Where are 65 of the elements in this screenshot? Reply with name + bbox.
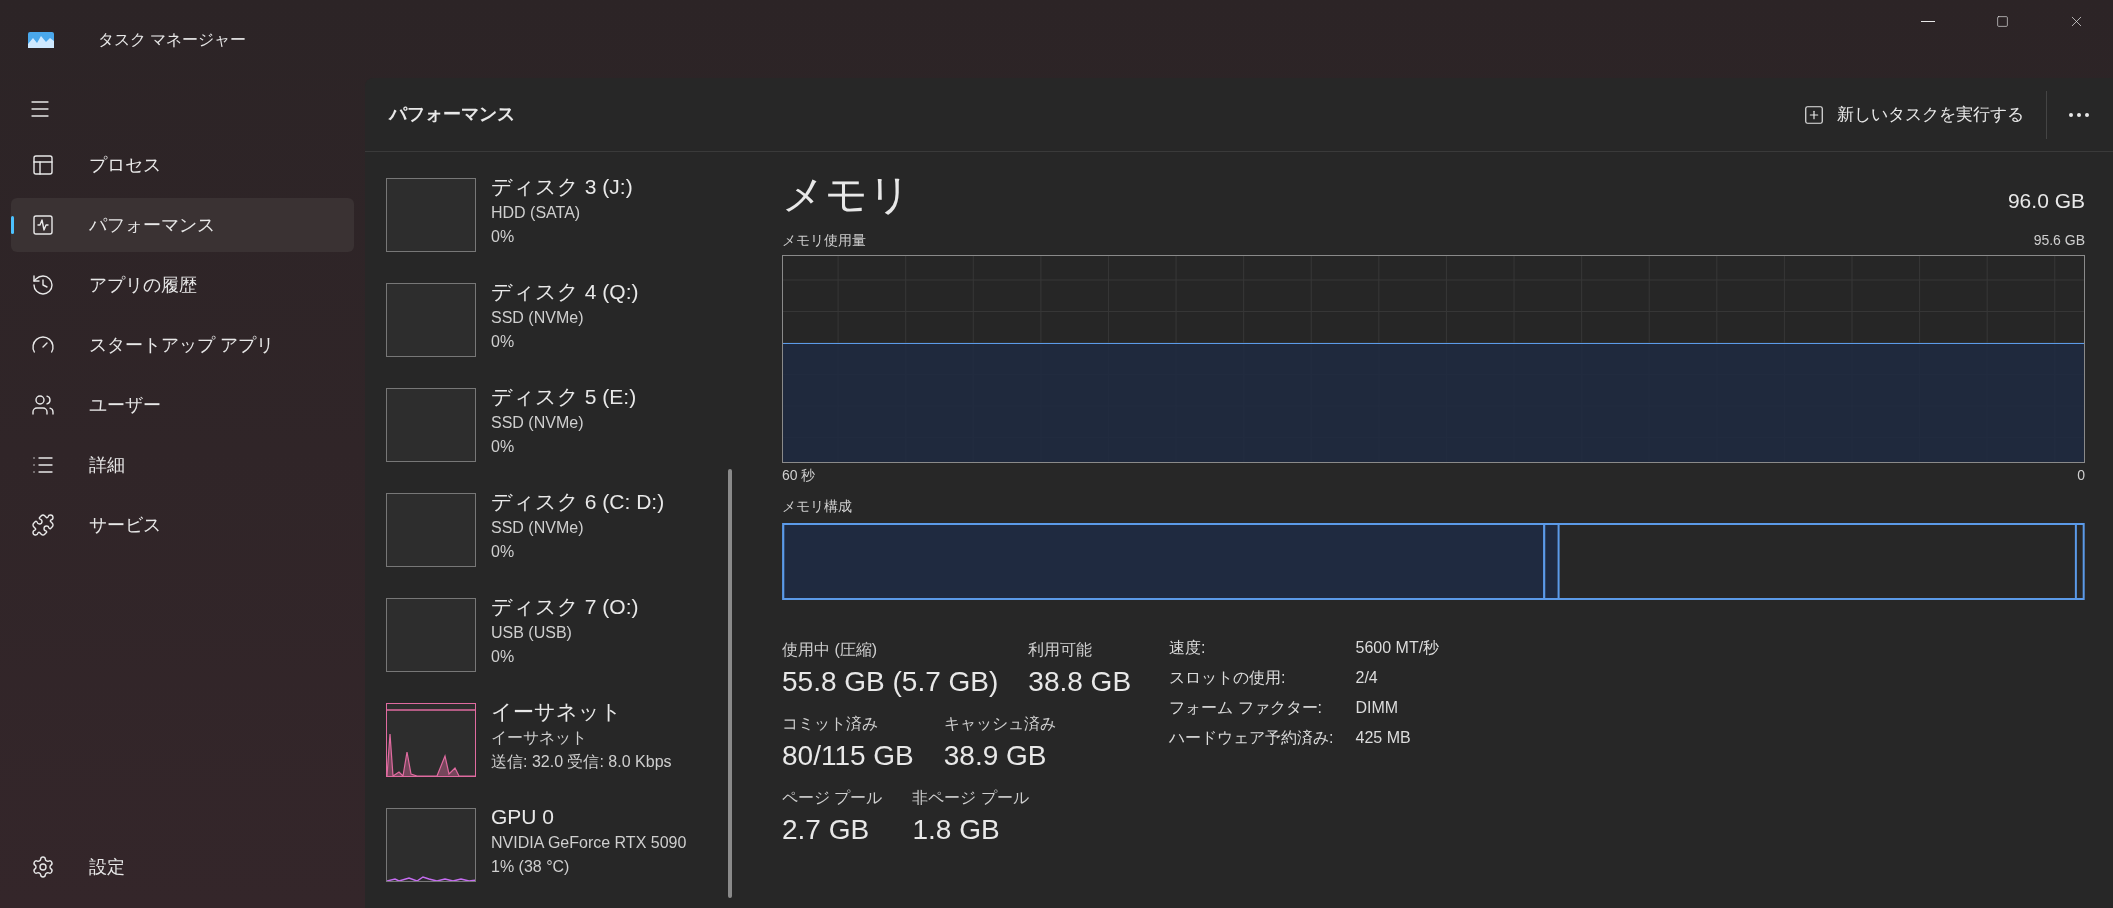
activity-icon xyxy=(31,213,55,237)
detail-label: スロットの使用: xyxy=(1169,668,1287,688)
sidebar-item[interactable]: スタートアップ アプリ xyxy=(11,318,354,372)
usage-max: 95.6 GB xyxy=(2033,231,2085,250)
settings-icon xyxy=(31,855,55,879)
detail-label: 速度: xyxy=(1169,638,1207,658)
device-usage: 1% (38 °C) xyxy=(491,857,571,878)
puzzle-icon xyxy=(31,513,55,537)
stat-label: 使用中 (圧縮) xyxy=(782,640,879,660)
more-icon xyxy=(2069,112,2089,117)
device-type: USB (USB) xyxy=(491,623,573,644)
device-usage: 0% xyxy=(491,437,516,458)
device-type: HDD (SATA) xyxy=(491,203,582,224)
sidebar-item[interactable]: プロセス xyxy=(11,138,354,192)
minimize-icon xyxy=(1921,20,1935,22)
page-title: パフォーマンス xyxy=(389,103,516,126)
sidebar-item[interactable]: ユーザー xyxy=(11,378,354,432)
stat-label: ページ プール xyxy=(782,788,883,808)
stat-value: 80/115 GB xyxy=(782,739,914,773)
maximize-icon xyxy=(1995,14,2009,28)
detail-label: ハードウェア予約済み: xyxy=(1169,728,1334,748)
usage-label: メモリ使用量 xyxy=(782,231,866,250)
sidebar-item[interactable]: アプリの履歴 xyxy=(11,258,354,312)
device-type: NVIDIA GeForce RTX 5090 xyxy=(491,833,687,854)
device-usage: 0% xyxy=(491,332,516,353)
stat-value: 2.7 GB xyxy=(782,813,871,847)
stat-label: キャッシュ済み xyxy=(943,714,1056,734)
selection-indicator xyxy=(11,216,14,234)
detail-value: 5600 MT/秒 xyxy=(1355,638,1440,658)
device-usage: 0% xyxy=(491,542,516,563)
sidebar-item[interactable]: サービス xyxy=(11,498,354,552)
sidebar-item[interactable]: パフォーマンス xyxy=(11,198,354,252)
users-icon xyxy=(31,393,55,417)
time-end-label: 0 xyxy=(2077,466,2085,485)
time-start-label: 60 秒 xyxy=(782,466,816,485)
stat-label: 非ページ プール xyxy=(912,788,1029,808)
stat-value: 55.8 GB (5.7 GB) xyxy=(782,665,999,699)
stat-label: コミット済み xyxy=(782,714,879,734)
device-type: SSD (NVMe) xyxy=(491,308,585,329)
sidebar-item[interactable]: 詳細 xyxy=(11,438,354,492)
device-usage: 0% xyxy=(491,227,516,248)
app-logo-icon xyxy=(28,32,54,48)
detail-value: 2/4 xyxy=(1355,668,1379,688)
stat-value: 38.8 GB xyxy=(1028,665,1132,699)
stat-value: 38.9 GB xyxy=(943,739,1048,773)
memory-total: 96.0 GB xyxy=(2007,187,2085,214)
detail-value: DIMM xyxy=(1355,698,1400,718)
detail-label: フォーム ファクター: xyxy=(1169,698,1323,718)
memory-title: メモリ xyxy=(782,174,911,216)
new-task-icon xyxy=(1803,103,1825,126)
device-type: SSD (NVMe) xyxy=(491,518,585,539)
device-type: イーサネット xyxy=(491,728,588,749)
scrollbar-thumb[interactable] xyxy=(728,469,732,898)
stat-label: 利用可能 xyxy=(1028,640,1094,660)
device-usage: 送信: 32.0 受信: 8.0 Kbps xyxy=(491,752,672,773)
settings-item[interactable]: 設定 xyxy=(11,840,354,894)
run-task-button[interactable]: 新しいタスクを実行する xyxy=(1793,92,2034,137)
detail-value: 425 MB xyxy=(1355,728,1412,748)
device-type: SSD (NVMe) xyxy=(491,413,585,434)
grid-icon xyxy=(31,153,55,177)
history-icon xyxy=(31,273,55,297)
stat-value: 1.8 GB xyxy=(912,813,1001,847)
window-title: タスク マネージャー xyxy=(98,30,247,50)
composition-label: メモリ構成 xyxy=(782,497,853,516)
device-usage: 0% xyxy=(491,647,516,668)
